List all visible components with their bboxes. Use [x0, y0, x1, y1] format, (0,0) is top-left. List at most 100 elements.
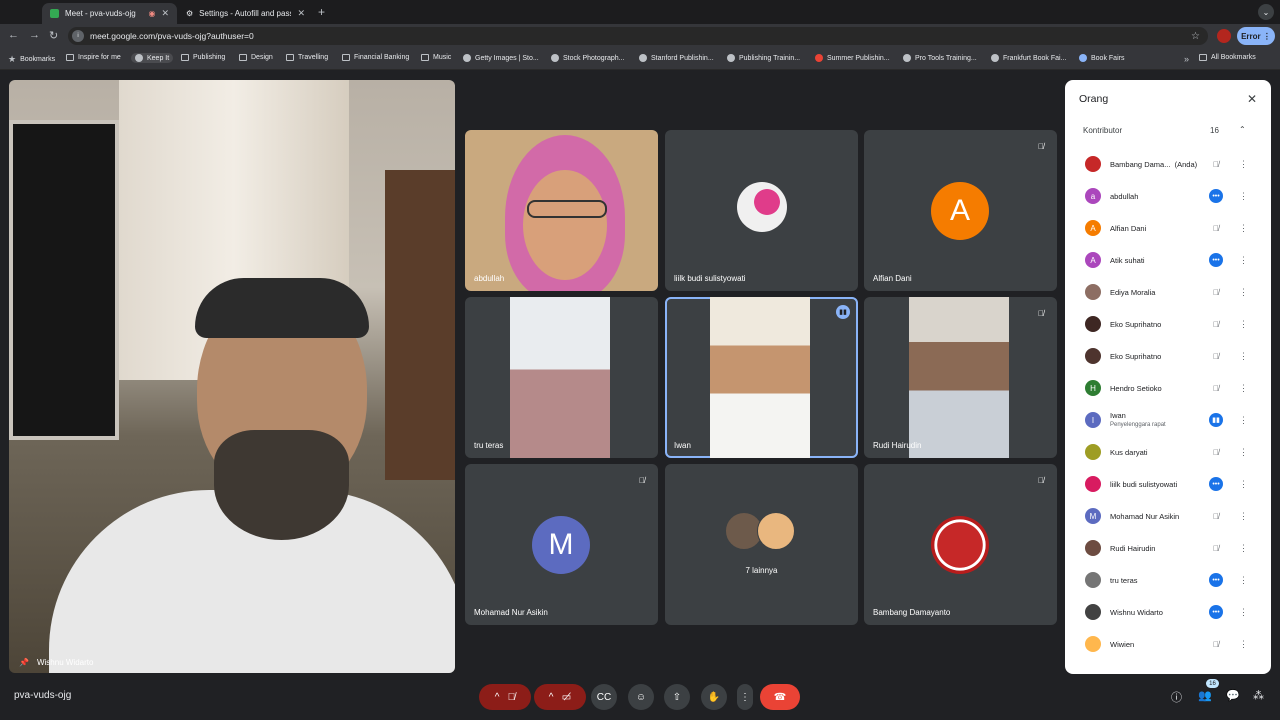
site-info-icon[interactable]: i — [72, 30, 84, 42]
tab-settings[interactable]: ⚙ Settings - Autofill and passw ✕ — [178, 3, 313, 24]
list-item[interactable]: Wiwien 🎙̸ ⋮ — [1065, 628, 1271, 660]
bookmark-label: Pro Tools Training... — [915, 54, 977, 62]
close-tab-icon[interactable]: ✕ — [297, 8, 305, 19]
activities-icon[interactable]: ⁂ — [1253, 689, 1264, 702]
mic-off-icon: 🎙̸ — [1038, 475, 1044, 485]
chevron-up-icon[interactable]: ^ — [495, 692, 500, 703]
list-item[interactable]: Eko Suprihatno 🎙̸ ⋮ — [1065, 340, 1271, 372]
list-item[interactable]: I Iwan Penyelenggara rapat ▮▮ ⋮ — [1065, 404, 1271, 436]
bookmark-item[interactable]: Design — [239, 54, 273, 61]
list-item[interactable]: Wishnu Widarto ••• ⋮ — [1065, 596, 1271, 628]
tab-title: Meet - pva-vuds-ojg — [65, 9, 136, 18]
camera-toggle-button[interactable]: ^ ▭̸ — [534, 684, 586, 710]
participant-tile[interactable]: abdullah — [465, 130, 658, 291]
tab-search-button[interactable]: ⌄ — [1258, 4, 1274, 20]
more-options-icon[interactable]: ⋮ — [1239, 223, 1248, 234]
more-options-icon[interactable]: ⋮ — [1239, 191, 1248, 202]
new-tab-button[interactable]: + — [318, 5, 325, 19]
leave-call-button[interactable]: ☎ — [760, 684, 800, 710]
chat-icon[interactable]: 💬 — [1226, 689, 1240, 702]
bookmark-item[interactable]: Financial Banking — [342, 54, 409, 61]
more-options-icon[interactable]: ⋮ — [1239, 159, 1248, 170]
more-options-icon[interactable]: ⋮ — [1239, 511, 1248, 522]
list-item[interactable]: A Alfian Dani 🎙̸ ⋮ — [1065, 212, 1271, 244]
bookmark-item[interactable]: Stock Photograph... — [551, 54, 624, 62]
more-options-icon[interactable]: ⋮ — [1239, 639, 1248, 650]
more-options-icon[interactable]: ⋮ — [1239, 383, 1248, 394]
more-options-button[interactable]: ⋮ — [737, 684, 753, 710]
list-item[interactable]: Ediya Moralia 🎙̸ ⋮ — [1065, 276, 1271, 308]
list-item[interactable]: Kus daryati 🎙̸ ⋮ — [1065, 436, 1271, 468]
close-icon[interactable]: ✕ — [1247, 92, 1257, 106]
list-item[interactable]: liilk budi sulistyowati ••• ⋮ — [1065, 468, 1271, 500]
more-options-icon[interactable]: ⋮ — [1239, 575, 1248, 586]
participant-tile[interactable]: 🎙̸ Rudi Hairudin — [864, 297, 1057, 458]
list-item[interactable]: tru teras ••• ⋮ — [1065, 564, 1271, 596]
bookmark-item[interactable]: Music — [421, 54, 451, 61]
more-options-icon[interactable]: ⋮ — [1239, 351, 1248, 362]
list-item[interactable]: a abdullah ••• ⋮ — [1065, 180, 1271, 212]
bookmark-item[interactable]: Pro Tools Training... — [903, 54, 977, 62]
back-icon[interactable]: ← — [8, 29, 19, 41]
main-speaker-video[interactable]: 📌 Wishnu Widarto — [9, 80, 455, 673]
bookmark-item[interactable]: ★ Bookmarks — [8, 54, 55, 65]
bookmark-item[interactable]: Travelling — [286, 54, 328, 61]
people-icon[interactable]: 👥 — [1198, 689, 1212, 702]
present-button[interactable]: ⇧ — [664, 684, 690, 710]
people-count-badge: 16 — [1206, 679, 1219, 688]
list-item[interactable]: A Atik suhati ••• ⋮ — [1065, 244, 1271, 276]
participant-tile-speaking[interactable]: ▮▮ Iwan — [665, 297, 858, 458]
more-options-icon[interactable]: ⋮ — [1239, 255, 1248, 266]
participant-tile[interactable]: 🎙̸ A Alfian Dani — [864, 130, 1057, 291]
list-item[interactable]: Eko Suprihatno 🎙̸ ⋮ — [1065, 308, 1271, 340]
reload-icon[interactable]: ↻ — [49, 29, 58, 42]
forward-icon[interactable]: → — [29, 29, 40, 41]
chevron-up-icon[interactable]: ⌃ — [1239, 125, 1246, 134]
captions-button[interactable]: CC — [591, 684, 617, 710]
info-icon[interactable]: ⓘ — [1171, 689, 1182, 705]
avatar — [1085, 476, 1101, 492]
close-tab-icon[interactable]: ✕ — [161, 8, 169, 19]
participant-tile[interactable]: liilk budi sulistyowati — [665, 130, 858, 291]
star-icon[interactable]: ☆ — [1191, 31, 1200, 42]
avatar — [1085, 636, 1101, 652]
more-options-icon[interactable]: ⋮ — [1239, 287, 1248, 298]
profile-avatar[interactable] — [1217, 29, 1231, 43]
participant-tile[interactable]: 🎙̸ Bambang Damayanto — [864, 464, 1057, 625]
more-options-icon[interactable]: ⋮ — [1239, 607, 1248, 618]
address-bar[interactable]: i meet.google.com/pva-vuds-ojg?authuser=… — [68, 27, 1208, 45]
bookmark-item[interactable]: Stanford Publishin... — [639, 54, 714, 62]
all-bookmarks[interactable]: All Bookmarks — [1199, 54, 1256, 61]
participant-video — [510, 297, 610, 458]
reactions-button[interactable]: ☺ — [628, 684, 654, 710]
list-item[interactable]: M Mohamad Nur Asikin 🎙̸ ⋮ — [1065, 500, 1271, 532]
bookmark-item[interactable]: Inspire for me — [66, 54, 121, 61]
error-button[interactable]: Error ⋮ — [1237, 27, 1275, 45]
contributors-section-header[interactable]: Kontributor 16 ⌃ — [1083, 125, 1253, 135]
participant-tile[interactable]: tru teras — [465, 297, 658, 458]
more-options-icon[interactable]: ⋮ — [1239, 447, 1248, 458]
list-item[interactable]: H Hendro Setioko 🎙̸ ⋮ — [1065, 372, 1271, 404]
more-options-icon[interactable]: ⋮ — [1239, 543, 1248, 554]
list-item[interactable]: Rudi Hairudin 🎙̸ ⋮ — [1065, 532, 1271, 564]
participant-tile[interactable]: 🎙̸ M Mohamad Nur Asikin — [465, 464, 658, 625]
more-options-icon[interactable]: ⋮ — [1239, 415, 1248, 426]
bookmark-item[interactable]: Frankfurt Book Fai... — [991, 54, 1066, 62]
bookmark-item[interactable]: Book Fairs — [1079, 54, 1124, 62]
chevron-up-icon[interactable]: ^ — [549, 692, 554, 703]
others-tile[interactable]: 7 lainnya — [665, 464, 858, 625]
bookmark-item[interactable]: Keep It — [131, 53, 174, 63]
bookmark-item[interactable]: Publishing Trainin... — [727, 54, 800, 62]
bookmark-item[interactable]: Summer Publishin... — [815, 54, 890, 62]
bookmark-item[interactable]: Publishing — [181, 54, 225, 61]
more-options-icon[interactable]: ⋮ — [1239, 479, 1248, 490]
tab-meet[interactable]: Meet - pva-vuds-ojg ◉ ✕ — [42, 3, 177, 24]
microphone-toggle-button[interactable]: ^ 🎙̸ — [479, 684, 531, 710]
bookmark-item[interactable]: Getty Images | Sto... — [463, 54, 539, 62]
raise-hand-button[interactable]: ✋ — [701, 684, 727, 710]
list-item[interactable]: Bambang Dama... (Anda) 🎙̸ ⋮ — [1065, 148, 1271, 180]
camera-off-icon: ▭̸ — [561, 691, 572, 703]
activity-dots-icon: ••• — [1209, 605, 1223, 619]
more-bookmarks-icon[interactable]: » — [1184, 54, 1189, 64]
more-options-icon[interactable]: ⋮ — [1239, 319, 1248, 330]
